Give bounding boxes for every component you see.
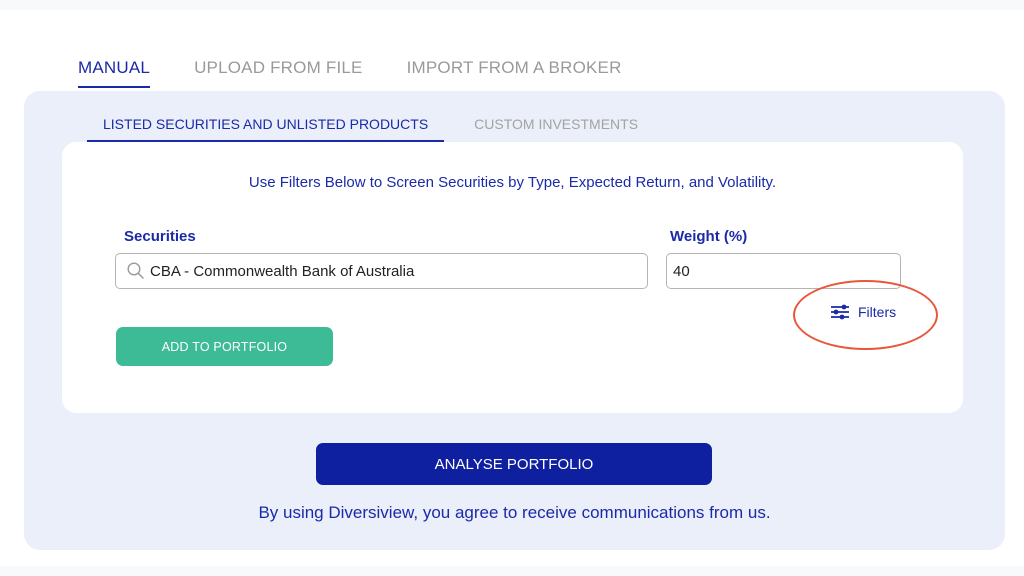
add-to-portfolio-button[interactable]: ADD TO PORTFOLIO [116,327,333,366]
tab-upload-from-file[interactable]: UPLOAD FROM FILE [194,58,363,88]
filters-button[interactable]: Filters [830,304,896,320]
sub-tabs: LISTED SECURITIES AND UNLISTED PRODUCTS … [87,116,668,142]
weight-field[interactable] [666,253,901,289]
tab-manual[interactable]: MANUAL [78,58,151,88]
securities-search-field[interactable] [115,253,648,289]
search-icon [126,261,150,281]
tab-listed-securities[interactable]: LISTED SECURITIES AND UNLISTED PRODUCTS [87,116,445,142]
securities-input[interactable] [150,262,647,280]
consent-text: By using Diversiview, you agree to recei… [258,503,771,522]
weight-label: Weight (%) [670,228,748,245]
analyse-portfolio-button[interactable]: ANALYSE PORTFOLIO [316,443,712,485]
tab-import-from-broker[interactable]: IMPORT FROM A BROKER [407,58,622,88]
tab-custom-investments[interactable]: CUSTOM INVESTMENTS [458,116,654,142]
instructions-text: Use Filters Below to Screen Securities b… [248,174,777,191]
sliders-icon [830,304,858,320]
bottom-strip [0,566,1024,576]
top-strip [0,0,1024,10]
filters-label: Filters [858,304,897,320]
weight-input[interactable] [673,262,900,280]
main-tabs: MANUAL UPLOAD FROM FILE IMPORT FROM A BR… [78,58,666,88]
securities-label: Securities [124,228,196,245]
